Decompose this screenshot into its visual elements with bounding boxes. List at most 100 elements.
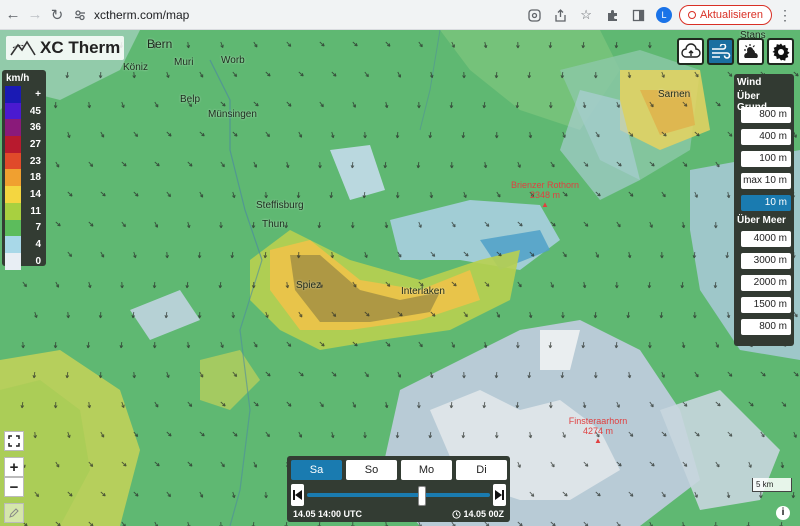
- slider-track[interactable]: [307, 493, 490, 497]
- peak-brienzer-marker-icon: ▲: [541, 200, 549, 209]
- amsl-level-button[interactable]: 3000 m: [741, 253, 791, 269]
- legend-row: 45: [5, 102, 43, 120]
- place-munsingen: Münsingen: [208, 109, 257, 120]
- settings-button[interactable]: [767, 38, 794, 65]
- agl-level-button[interactable]: 100 m: [741, 151, 791, 167]
- google-lens-icon[interactable]: [523, 4, 545, 26]
- place-muri: Muri: [174, 57, 194, 68]
- legend-value: 36: [29, 122, 41, 134]
- current-time-label: 14.05 14:00 UTC: [293, 509, 363, 519]
- locate-button[interactable]: [4, 503, 24, 523]
- day-tab[interactable]: Di: [456, 460, 507, 480]
- amsl-level-button[interactable]: 4000 m: [741, 231, 791, 247]
- back-icon[interactable]: ←: [2, 4, 24, 26]
- day-tab[interactable]: Mo: [401, 460, 452, 480]
- legend-value: 23: [29, 155, 41, 167]
- forward-icon[interactable]: →: [24, 4, 46, 26]
- legend-value: 0: [35, 255, 41, 267]
- legend-swatch: [5, 102, 21, 120]
- reload-icon[interactable]: ↻: [46, 4, 68, 26]
- legend-row: 11: [5, 202, 43, 220]
- legend-value: 27: [29, 138, 41, 150]
- browser-menu-icon[interactable]: ⋮: [778, 7, 792, 24]
- fullscreen-button[interactable]: [4, 431, 24, 451]
- place-spiez: Spiez: [296, 280, 322, 291]
- amsl-level-button[interactable]: 800 m: [741, 319, 791, 335]
- peak-finsteraar-marker-icon: ▲: [594, 436, 602, 445]
- scale-bar: 5 km: [752, 478, 792, 492]
- info-icon[interactable]: i: [776, 506, 790, 520]
- wind-icon: [711, 43, 730, 59]
- zoom-out-button[interactable]: −: [4, 477, 24, 497]
- slider-thumb[interactable]: [418, 486, 427, 506]
- thermal-layer-button[interactable]: [677, 38, 704, 65]
- profile-avatar[interactable]: L: [653, 4, 675, 26]
- amsl-level-button[interactable]: 2000 m: [741, 275, 791, 291]
- wind-map[interactable]: Bern Köniz Muri Worb Belp Münsingen Stef…: [0, 30, 800, 526]
- day-tab[interactable]: Sa: [291, 460, 342, 480]
- fullscreen-icon: [8, 435, 20, 447]
- update-button-label: Aktualisieren: [700, 9, 763, 21]
- weather-layer-button[interactable]: [737, 38, 764, 65]
- update-button[interactable]: Aktualisieren: [679, 5, 772, 25]
- site-info-icon[interactable]: [72, 7, 88, 23]
- legend-swatch: [5, 186, 21, 203]
- logo-text: XC Therm: [40, 38, 121, 57]
- address-bar[interactable]: xctherm.com/map: [72, 7, 189, 23]
- extensions-icon[interactable]: [601, 4, 623, 26]
- legend-row: 14: [5, 186, 43, 203]
- peak-finsteraar-name: Finsteraarhorn: [568, 416, 628, 426]
- model-run-label: 14.05 00Z: [452, 509, 504, 519]
- app-logo[interactable]: XC Therm: [6, 36, 125, 60]
- legend-swatch: [5, 202, 21, 220]
- legend-value: 7: [35, 222, 41, 234]
- peak-finsteraar-alt: 4274 m: [582, 426, 614, 436]
- legend-row: 18: [5, 169, 43, 187]
- peak-finsteraarhorn: Finsteraarhorn 4274 m ▲: [562, 416, 634, 446]
- legend-value: 14: [29, 188, 41, 200]
- legend-value: +: [35, 88, 41, 100]
- peak-brienzer-rothorn: Brienzer Rothorn 2348 m ▲: [508, 180, 582, 210]
- legend-row: 36: [5, 119, 43, 137]
- agl-level-button[interactable]: 10 m: [741, 195, 791, 211]
- agl-level-button[interactable]: max 10 m: [741, 173, 791, 189]
- legend-swatch: [5, 119, 21, 137]
- agl-level-button[interactable]: 400 m: [741, 129, 791, 145]
- map-canvas: [0, 30, 800, 526]
- wind-level-panel: Wind Über Grund 800 m 400 m 100 m max 10 m 1…: [734, 74, 794, 346]
- place-thun: Thun: [262, 219, 285, 230]
- legend-unit: km/h: [6, 73, 30, 84]
- legend-swatch: [5, 86, 21, 103]
- amsl-level-button[interactable]: 1500 m: [741, 297, 791, 313]
- zoom-in-button[interactable]: +: [4, 457, 24, 477]
- day-tab[interactable]: So: [346, 460, 397, 480]
- wind-layer-button[interactable]: [707, 38, 734, 65]
- bookmark-star-icon[interactable]: ☆: [575, 4, 597, 26]
- share-icon[interactable]: [549, 4, 571, 26]
- step-back-button[interactable]: [291, 484, 304, 506]
- clock-history-icon: [452, 509, 462, 519]
- sun-cloud-icon: [743, 43, 758, 58]
- skip-forward-icon: [495, 490, 504, 500]
- legend-row: 4: [5, 236, 43, 253]
- place-steffisburg: Steffisburg: [256, 200, 304, 211]
- browser-toolbar: ← → ↻ xctherm.com/map ☆ L Aktualisieren …: [0, 0, 800, 30]
- layer-buttons: [677, 38, 794, 65]
- legend-swatch: [5, 136, 21, 153]
- wind-panel-title: Wind: [737, 77, 762, 88]
- legend-value: 11: [30, 205, 41, 217]
- legend-swatch: [5, 236, 21, 253]
- day-tabs: Sa So Mo Di: [291, 460, 507, 480]
- side-panel-icon[interactable]: [627, 4, 649, 26]
- place-koniz: Köniz: [123, 62, 149, 73]
- model-run-text: 14.05 00Z: [463, 509, 504, 519]
- legend-row: 27: [5, 136, 43, 153]
- gear-icon: [772, 43, 789, 61]
- step-forward-button[interactable]: [493, 484, 506, 506]
- legend-swatch: [5, 219, 21, 237]
- legend-swatch: [5, 252, 21, 270]
- logo-mountain-icon: [10, 40, 36, 56]
- time-slider[interactable]: [291, 484, 506, 506]
- place-interlaken: Interlaken: [401, 286, 445, 297]
- place-belp: Belp: [180, 94, 201, 105]
